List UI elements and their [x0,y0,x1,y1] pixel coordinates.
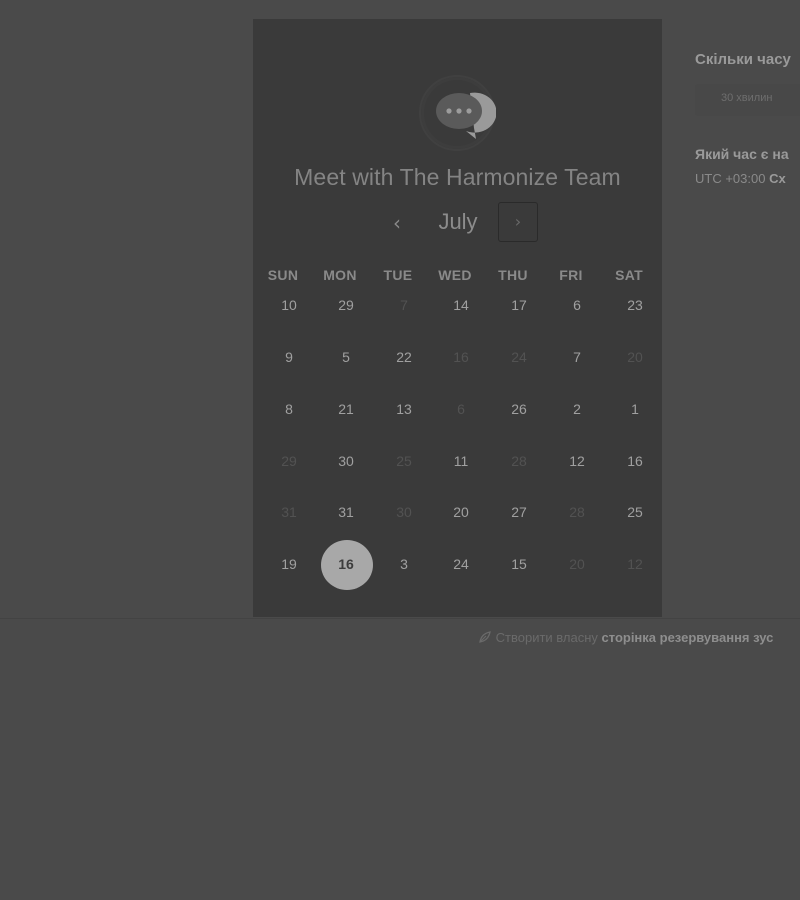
duration-heading: Скільки часу [695,51,791,68]
available-day[interactable]: 16 [608,451,662,471]
available-day[interactable]: 23 [608,295,662,315]
weekday-header: FRI [559,267,583,283]
available-day[interactable]: 21 [319,399,373,419]
weekday-header: THU [498,267,528,283]
unavailable-day: 7 [400,297,408,313]
time-heading: Який час є на [695,146,789,162]
available-day[interactable]: 25 [608,502,662,522]
available-day[interactable]: 6 [550,295,604,315]
selected-day[interactable]: 16 [319,554,373,574]
available-day[interactable]: 22 [377,347,431,367]
duration-option-label: 30 хвилин [721,92,773,104]
unavailable-day: 30 [396,504,412,520]
available-day[interactable]: 9 [262,347,316,367]
unavailable-day: 29 [281,453,297,469]
unavailable-day: 20 [627,349,643,365]
unavailable-day: 25 [396,453,412,469]
month-label: July [438,209,478,234]
unavailable-day: 12 [627,556,643,572]
panel-title: Meet with The Harmonize Team [294,164,621,190]
available-day[interactable]: 10 [262,295,316,315]
footer: Створити власну сторінка резервування зу… [478,630,773,645]
available-day[interactable]: 27 [492,502,546,522]
available-day[interactable]: 19 [262,554,316,574]
next-month-button[interactable]: › [498,202,538,242]
available-day[interactable]: 5 [319,347,373,367]
available-day[interactable]: 20 [434,502,488,522]
chat-bubble-ellipsis-icon [436,92,496,139]
available-day[interactable]: 2 [550,399,604,419]
available-day[interactable]: 26 [492,399,546,419]
weekday-header: MON [323,267,357,283]
timezone-offset: UTC +03:00 [695,171,766,186]
weekday-header: TUE [383,267,413,283]
available-day[interactable]: 7 [550,347,604,367]
available-day[interactable]: 29 [319,295,373,315]
available-day[interactable]: 31 [319,502,373,522]
weekday-header: SAT [615,267,643,283]
available-day[interactable]: 24 [434,554,488,574]
available-day[interactable]: 17 [492,295,546,315]
available-day[interactable]: 1 [608,399,662,419]
divider [0,618,800,619]
available-day[interactable]: 12 [550,451,604,471]
available-day[interactable]: 30 [319,451,373,471]
unavailable-day: 20 [569,556,585,572]
footer-link[interactable]: сторінка резервування зус [602,630,774,645]
available-day[interactable]: 13 [377,399,431,419]
available-day[interactable]: 11 [434,451,488,471]
weekday-header: WED [438,267,472,283]
unavailable-day: 28 [511,453,527,469]
timezone-name: Сх [769,171,786,186]
unavailable-day: 31 [281,504,297,520]
weekday-header: SUN [267,267,299,283]
unavailable-day: 16 [453,349,469,365]
footer-text: Створити власну [495,630,598,645]
available-day[interactable]: 14 [434,295,488,315]
timezone-selector[interactable]: UTC +03:00 Сх [695,171,786,186]
unavailable-day: 28 [569,504,585,520]
previous-month-button[interactable]: ‹ [386,211,408,235]
unavailable-day: 24 [511,349,527,365]
available-day[interactable]: 15 [492,554,546,574]
leaf-icon [479,631,491,643]
available-day[interactable]: 8 [262,399,316,419]
available-day[interactable]: 3 [377,554,431,574]
unavailable-day: 6 [457,401,465,417]
